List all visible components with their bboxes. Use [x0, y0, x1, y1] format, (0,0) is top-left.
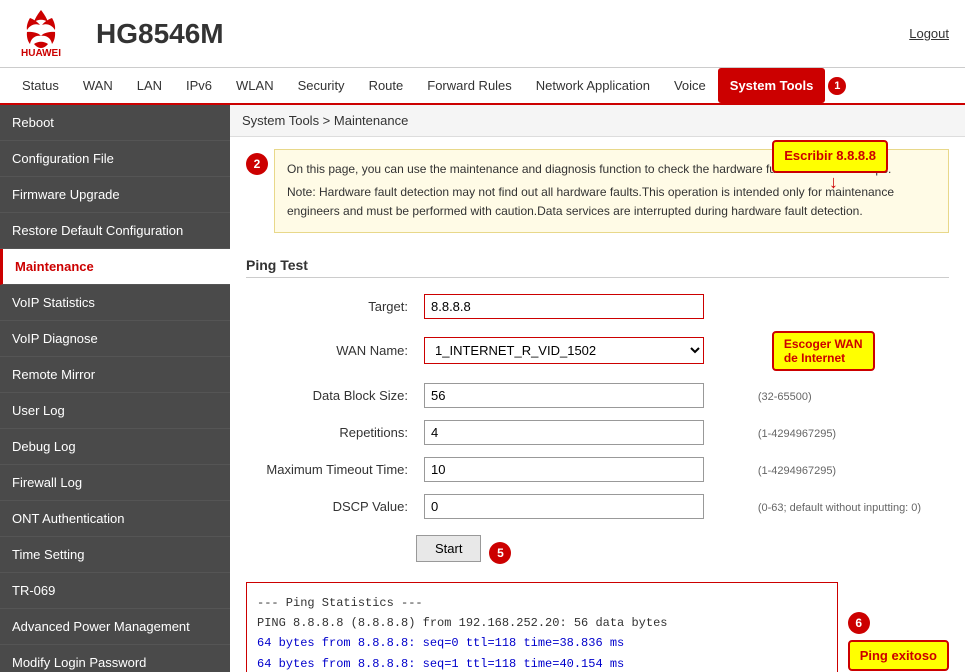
logo-text: HUAWEI — [21, 48, 61, 59]
data-block-label: Data Block Size: — [246, 377, 416, 414]
target-hint — [744, 288, 949, 325]
logo-area: HUAWEI — [16, 8, 66, 59]
start-button[interactable]: Start — [416, 535, 481, 562]
repetitions-row: Repetitions: (1-4294967295) — [246, 414, 949, 451]
info-section: 2 Escribir 8.8.8.8 ↓ On this page, you c… — [246, 149, 949, 247]
target-input[interactable] — [424, 294, 704, 319]
wan-name-label: WAN Name: — [246, 325, 416, 377]
info-box: Escribir 8.8.8.8 ↓ On this page, you can… — [274, 149, 949, 233]
ping-line-2: 64 bytes from 8.8.8.8: seq=0 ttl=118 tim… — [257, 633, 827, 653]
nav-route[interactable]: Route — [357, 68, 416, 103]
data-block-row: Data Block Size: (32-65500) — [246, 377, 949, 414]
nav-status[interactable]: Status — [10, 68, 71, 103]
dscp-label: DSCP Value: — [246, 488, 416, 525]
sidebar-item-ont-auth[interactable]: ONT Authentication — [0, 501, 230, 537]
ping-test-title: Ping Test — [246, 257, 949, 278]
sidebar-item-reboot[interactable]: Reboot — [0, 105, 230, 141]
timeout-hint: (1-4294967295) — [744, 451, 949, 488]
logout-button[interactable]: Logout — [909, 26, 949, 41]
sidebar-item-voip-stats[interactable]: VoIP Statistics — [0, 285, 230, 321]
timeout-label: Maximum Timeout Time: — [246, 451, 416, 488]
sidebar-item-modify-password[interactable]: Modify Login Password — [0, 645, 230, 672]
wan-name-row: WAN Name: 1_INTERNET_R_VID_1502 2_TR069_… — [246, 325, 949, 377]
target-label: Target: — [246, 288, 416, 325]
ping-line-3: 64 bytes from 8.8.8.8: seq=1 ttl=118 tim… — [257, 654, 827, 672]
target-row: Target: — [246, 288, 949, 325]
data-block-hint: (32-65500) — [744, 377, 949, 414]
nav-ipv6[interactable]: IPv6 — [174, 68, 224, 103]
sidebar-item-maintenance[interactable]: Maintenance — [0, 249, 230, 285]
annotation-circle-5: 5 — [489, 542, 511, 564]
info-line2: Note: Hardware fault detection may not f… — [287, 183, 936, 221]
sidebar-item-tr069[interactable]: TR-069 — [0, 573, 230, 609]
annotation-circle-2: 2 — [246, 153, 268, 175]
nav-wan[interactable]: WAN — [71, 68, 125, 103]
timeout-input[interactable] — [424, 457, 704, 482]
dscp-hint: (0-63; default without inputting: 0) — [744, 488, 949, 525]
nav-lan[interactable]: LAN — [125, 68, 174, 103]
ping-form: Target: WAN Name: 1_INTERNET_R_VID_1502 … — [246, 288, 949, 525]
main-content: System Tools > Maintenance 2 Escribir 8.… — [230, 105, 965, 672]
nav-security[interactable]: Security — [286, 68, 357, 103]
annotation-arrow-3: ↓ — [829, 168, 838, 197]
repetitions-hint: (1-4294967295) — [744, 414, 949, 451]
annotation-circle-6: 6 — [848, 612, 870, 634]
sidebar-item-firmware[interactable]: Firmware Upgrade — [0, 177, 230, 213]
nav-badge: 1 — [828, 77, 846, 95]
sidebar-item-time-setting[interactable]: Time Setting — [0, 537, 230, 573]
ping-output: --- Ping Statistics --- PING 8.8.8.8 (8.… — [246, 582, 838, 672]
sidebar: Reboot Configuration File Firmware Upgra… — [0, 105, 230, 672]
breadcrumb: System Tools > Maintenance — [230, 105, 965, 137]
navbar: Status WAN LAN IPv6 WLAN Security Route … — [0, 68, 965, 105]
annotation-6-group: 6 Ping exitoso — [848, 612, 949, 671]
start-button-row: Start 5 — [416, 535, 949, 572]
sidebar-item-user-log[interactable]: User Log — [0, 393, 230, 429]
header: HUAWEI HG8546M Logout — [0, 0, 965, 68]
nav-network-app[interactable]: Network Application — [524, 68, 662, 103]
huawei-logo — [16, 8, 66, 48]
ping-line-1: PING 8.8.8.8 (8.8.8.8) from 192.168.252.… — [257, 613, 827, 633]
annotation-bubble-4: Escoger WANde Internet — [772, 331, 875, 371]
sidebar-item-debug-log[interactable]: Debug Log — [0, 429, 230, 465]
sidebar-item-config-file[interactable]: Configuration File — [0, 141, 230, 177]
wan-name-select[interactable]: 1_INTERNET_R_VID_1502 2_TR069_R_VID_1503… — [424, 337, 704, 364]
nav-system-tools[interactable]: System Tools — [718, 68, 826, 103]
repetitions-label: Repetitions: — [246, 414, 416, 451]
nav-wlan[interactable]: WLAN — [224, 68, 286, 103]
content-area: 2 Escribir 8.8.8.8 ↓ On this page, you c… — [230, 137, 965, 672]
repetitions-input[interactable] — [424, 420, 704, 445]
model-title: HG8546M — [96, 18, 909, 50]
dscp-row: DSCP Value: (0-63; default without input… — [246, 488, 949, 525]
nav-forward-rules[interactable]: Forward Rules — [415, 68, 524, 103]
ping-test-section: Ping Test Target: WAN Name: 1_INTER — [246, 257, 949, 672]
ping-output-wrapper: --- Ping Statistics --- PING 8.8.8.8 (8.… — [246, 582, 949, 672]
data-block-input[interactable] — [424, 383, 704, 408]
sidebar-item-firewall-log[interactable]: Firewall Log — [0, 465, 230, 501]
layout: Reboot Configuration File Firmware Upgra… — [0, 105, 965, 672]
nav-voice[interactable]: Voice — [662, 68, 718, 103]
sidebar-item-restore[interactable]: Restore Default Configuration — [0, 213, 230, 249]
ping-line-0: --- Ping Statistics --- — [257, 593, 827, 613]
annotation-bubble-6: Ping exitoso — [848, 640, 949, 671]
dscp-input[interactable] — [424, 494, 704, 519]
sidebar-item-adv-power[interactable]: Advanced Power Management — [0, 609, 230, 645]
sidebar-item-remote-mirror[interactable]: Remote Mirror — [0, 357, 230, 393]
sidebar-item-voip-diagnose[interactable]: VoIP Diagnose — [0, 321, 230, 357]
timeout-row: Maximum Timeout Time: (1-4294967295) — [246, 451, 949, 488]
